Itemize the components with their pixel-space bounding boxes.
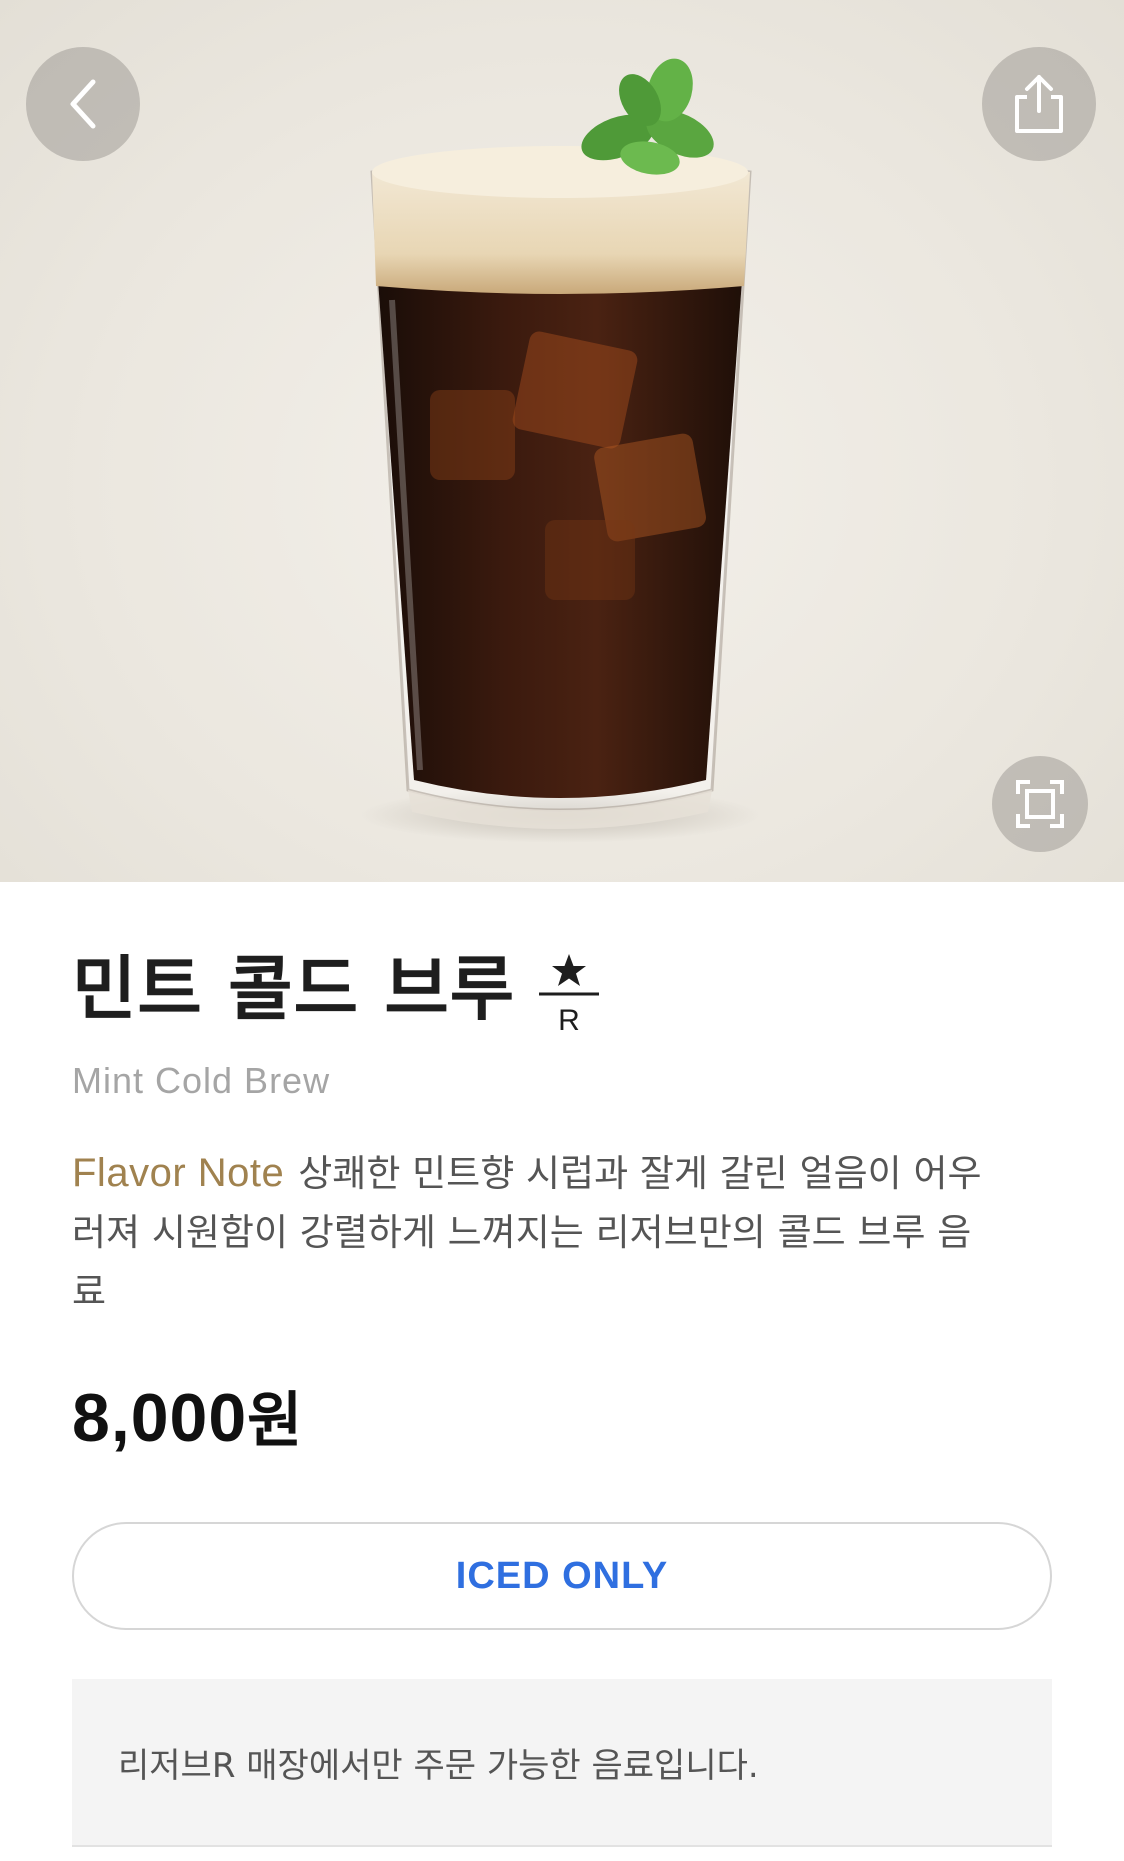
share-icon — [1015, 75, 1063, 133]
product-image — [0, 0, 1124, 882]
reserve-notice-text: 리저브R 매장에서만 주문 가능한 음료입니다. — [118, 1745, 759, 1786]
product-title-row: 민트 콜드 브루 R — [72, 948, 601, 1034]
product-price: 8,000원 — [72, 1372, 303, 1459]
price-value: 8,000 — [72, 1380, 248, 1456]
fullscreen-icon — [1016, 780, 1064, 828]
cold-brew-glass-illustration — [360, 58, 760, 843]
price-unit: 원 — [247, 1386, 304, 1456]
back-button[interactable] — [26, 47, 140, 161]
iced-only-option[interactable]: ICED ONLY — [72, 1522, 1052, 1630]
fullscreen-button[interactable] — [992, 756, 1088, 852]
reserve-letter: R — [558, 1004, 580, 1034]
product-description: Flavor Note 상쾌한 민트향 시럽과 잘게 갈린 얼음이 어우러져 시원… — [72, 1144, 1002, 1321]
reserve-notice-box: 리저브R 매장에서만 주문 가능한 음료입니다. — [72, 1679, 1052, 1847]
flavor-note-label: Flavor Note — [72, 1151, 285, 1195]
product-name-ko: 민트 콜드 브루 — [72, 948, 516, 1030]
share-button[interactable] — [982, 47, 1096, 161]
reserve-star-icon: R — [539, 954, 600, 1034]
chevron-left-icon — [70, 79, 96, 129]
product-name-en: Mint Cold Brew — [72, 1060, 331, 1101]
iced-only-label: ICED ONLY — [455, 1554, 669, 1597]
